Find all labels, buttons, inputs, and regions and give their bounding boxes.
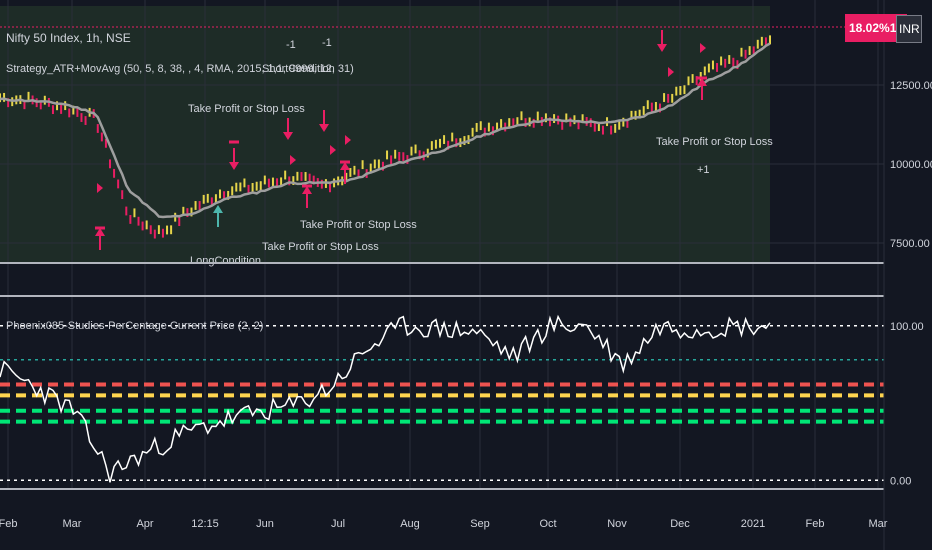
annotation-long-plus-one: +1 [697,164,710,176]
time-axis-label: Sep [470,518,490,530]
time-axis-label: Jun [256,518,274,530]
symbol-title: Nifty 50 Index, 1h, NSE [6,31,131,45]
time-axis-label: Nov [607,518,627,530]
chart-canvas[interactable]: -1 -1 Take Profit or Stop Loss Take Profit … [0,0,932,550]
time-axis-label: Jul [331,518,345,530]
time-axis-label: Oct [539,518,556,530]
annotation-short-minus-one: -1 [322,37,332,49]
time-axis-label: Dec [670,518,690,530]
time-axis-label: Mar [63,518,82,530]
annotation-take-profit: Take Profit or Stop Loss [262,241,379,253]
indicator-label: Phoenix085-Studies-PerCentage Current Pr… [6,320,264,332]
currency-badge[interactable]: INR [896,15,922,43]
indicator-pane [0,314,884,483]
indicator-axis-label: 100.00 [890,321,924,333]
strategy-label: Strategy_ATR+MovAvg (50, 5, 8, 38, , 4, … [6,63,354,75]
price-axis-label: 7500.00 [890,238,930,250]
time-axis-label: Mar [869,518,888,530]
price-axis-label: 10000.00 [890,159,932,171]
time-axis-label: Feb [0,518,17,530]
time-axis-label: Apr [136,518,153,530]
percent-badge-text: 18.02% [849,21,890,35]
time-axis-label: Aug [400,518,420,530]
annotation-long-condition: LongCondition [190,255,261,267]
annotation-take-profit: Take Profit or Stop Loss [188,103,305,115]
annotation-short-minus-one: -1 [286,39,296,51]
time-axis-label: 12:15 [191,518,219,530]
annotation-take-profit: Take Profit or Stop Loss [656,136,773,148]
time-axis-label: 2021 [741,518,765,530]
time-axis-label: Feb [806,518,825,530]
annotation-take-profit: Take Profit or Stop Loss [300,219,417,231]
indicator-axis-label: 0.00 [890,475,911,487]
percent-line [0,314,771,483]
price-axis-label: 12500.00 [890,80,932,92]
